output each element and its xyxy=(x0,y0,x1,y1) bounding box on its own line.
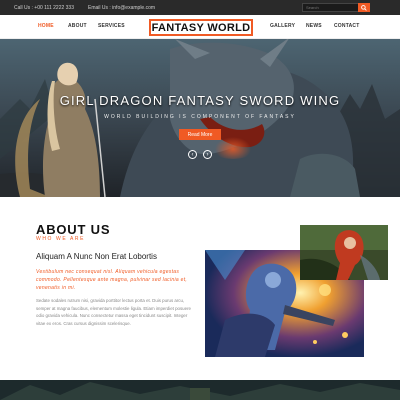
about-section: ABOUT US WHO WE ARE Aliquam A Nunc Non E… xyxy=(0,197,400,380)
search-input[interactable] xyxy=(303,5,359,10)
search-button[interactable] xyxy=(358,3,370,12)
nav-services[interactable]: SERVICES xyxy=(98,23,125,29)
slider-next-button[interactable]: › xyxy=(203,150,212,159)
about-image-fairy xyxy=(300,225,388,280)
chevron-right-icon: › xyxy=(206,151,209,158)
about-subtitle: WHO WE ARE xyxy=(36,236,86,242)
hero-title: GIRL DRAGON FANTASY SWORD WING xyxy=(59,93,341,108)
contact-phone: Call Us : +00 111 2222 333 xyxy=(14,4,74,11)
nav-home[interactable]: HOME xyxy=(38,23,54,29)
nav-news[interactable]: NEWS xyxy=(306,23,322,29)
background-image xyxy=(0,380,400,400)
chevron-left-icon: ‹ xyxy=(191,151,194,158)
search-icon xyxy=(361,4,367,11)
slider-prev-button[interactable]: ‹ xyxy=(188,150,197,159)
site-logo[interactable]: FANTASY WORLD xyxy=(149,19,253,36)
nav-gallery[interactable]: GALLERY xyxy=(270,23,295,29)
nav-contact[interactable]: CONTACT xyxy=(334,23,359,29)
hero-subtitle: WORLD BUILDING IS COMPONENT OF FANTASY xyxy=(104,114,296,120)
hero-banner: GIRL DRAGON FANTASY SWORD WING WORLD BUI… xyxy=(0,39,400,197)
about-body: Sedate sodales rutrum nisi, gravida port… xyxy=(36,298,191,326)
contact-email[interactable]: Email Us : info@example.com xyxy=(88,5,155,11)
search-box xyxy=(302,3,370,12)
about-title: ABOUT US xyxy=(36,222,111,237)
nav-about[interactable]: ABOUT xyxy=(68,23,87,29)
about-heading: Aliquam A Nunc Non Erat Lobortis xyxy=(36,252,157,261)
next-section-preview xyxy=(0,380,400,400)
read-more-button[interactable]: Read More xyxy=(179,129,221,140)
about-highlight: Vestibulum nec consequat nisl. Aliquam v… xyxy=(36,269,188,291)
